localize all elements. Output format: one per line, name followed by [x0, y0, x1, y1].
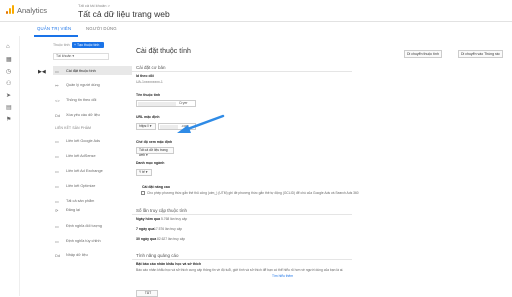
acquisition-icon[interactable]: ➤ [6, 92, 11, 99]
tracking-id-label: Id theo dõi [136, 74, 154, 78]
visits-7days-value: 17.576 lần truy cập [154, 227, 183, 231]
all-products-icon: ▭ [55, 199, 59, 204]
data-deletion-icon: Dd [55, 113, 61, 118]
dashboard-icon[interactable]: ▦ [6, 56, 12, 63]
property-settings-panel: Cài đặt thuộc tính Di chuyển thuộc tính … [132, 36, 512, 297]
audience-icon[interactable]: ⚇ [6, 80, 11, 87]
industry-category-select[interactable]: Y tế ▾ [136, 169, 152, 176]
move-property-button[interactable]: Di chuyển thuộc tính [404, 50, 442, 58]
default-view-select[interactable]: Tất cả dữ liệu trang web ▾ [136, 147, 174, 157]
advanced-settings-label[interactable]: Cài đặt nâng cao [142, 185, 170, 189]
optimize-icon: ▭ [55, 184, 59, 189]
nav-property-settings[interactable]: Cài đặt thuộc tính [66, 69, 96, 73]
nav-optimize-linking[interactable]: Liên kết Optimize [66, 184, 95, 188]
visits-7days-label: 7 ngày qua [136, 227, 155, 231]
back-icon[interactable]: ▶◀ [38, 69, 46, 75]
google-ads-icon: ▭ [55, 139, 59, 144]
audience-definitions-icon: ▭ [55, 224, 59, 229]
code-icon: <> [55, 98, 60, 103]
chevron-down-icon[interactable]: ▾ [142, 11, 145, 17]
move-to-trash-button[interactable]: Di chuyển vào Thùng rác [458, 50, 503, 58]
account-breadcrumb[interactable]: Tất cả tài khoản > [78, 3, 110, 8]
nav-custom-definitions[interactable]: Định nghĩa tùy chỉnh [66, 239, 101, 243]
default-url-label: URL mặc định [136, 115, 160, 119]
divider [132, 71, 352, 72]
default-view-label: Chế độ xem mặc định [136, 140, 173, 144]
divider [132, 259, 352, 260]
ad-exchange-icon: ▭ [55, 169, 59, 174]
page-title: Cài đặt thuộc tính [136, 48, 191, 55]
home-icon[interactable]: ⌂ [6, 44, 10, 50]
nav-user-management[interactable]: Quản lý người dùng [66, 83, 100, 87]
divider [132, 214, 352, 215]
adsense-icon: ▭ [55, 154, 59, 159]
nav-tracking-info[interactable]: Thông tin theo dõi [66, 98, 96, 102]
create-property-button[interactable]: + Tạo thuộc tính [72, 42, 104, 48]
active-tab-indicator [34, 35, 78, 37]
remarketing-icon: ⟳ [55, 208, 59, 213]
nav-ad-exchange-linking[interactable]: Liên kết Ad Exchange [66, 169, 103, 173]
basic-settings-heading: Cài đặt cơ bản [136, 65, 166, 70]
data-import-icon: Dd [55, 253, 61, 258]
nav-remarketing[interactable]: Đăng lại [66, 208, 80, 212]
annotation-arrow-icon [177, 114, 225, 133]
nav-google-ads-linking[interactable]: Liên kết Google Ads [66, 139, 100, 143]
top-bar: Analytics Tất cả tài khoản > Tất cả dữ l… [0, 0, 512, 22]
visits-30days-label: 30 ngày qua [136, 237, 157, 241]
manual-tagging-checkbox[interactable] [141, 191, 145, 195]
property-heading: Thuộc tính [53, 43, 70, 47]
behavior-icon[interactable]: ▤ [6, 104, 12, 111]
tab-admin[interactable]: QUẢN TRỊ VIÊN [37, 26, 71, 31]
nav-data-deletion[interactable]: Xóa yêu cầu dữ liệu [66, 113, 100, 117]
property-name-label: Tên thuộc tính [136, 93, 161, 97]
property-name-value: Cryer [179, 101, 188, 105]
redacted-text [138, 102, 176, 106]
property-select[interactable]: Tài khoản ▾ [53, 53, 109, 60]
nav-adsense-linking[interactable]: Liên kết AdSense [66, 154, 96, 158]
left-rail: ⌂ ▦ ◷ ⚇ ➤ ▤ ⚑ [0, 36, 20, 296]
account-selector[interactable]: Tất cả dữ liệu trang web [78, 9, 170, 19]
nav-audience-definitions[interactable]: Định nghĩa đối tượng [66, 224, 102, 228]
flag-icon[interactable]: ⚑ [6, 116, 11, 123]
industry-category-label: Danh mục ngành [136, 161, 165, 165]
learn-more-link[interactable]: Tìm hiểu thêm [272, 274, 293, 278]
tracking-id-value: UA-1xxxxxxxxx-1 [136, 80, 163, 84]
custom-definitions-icon: ▭ [55, 239, 59, 244]
analytics-logo [6, 5, 14, 14]
tab-bar: QUẢN TRỊ VIÊN NGƯỜI DÙNG [0, 22, 512, 37]
property-visits-heading: Số lần truy cập thuộc tính [136, 208, 188, 213]
product-linking-heading: LIÊN KẾT SẢN PHẨM [55, 126, 92, 130]
visits-yesterday-value: 5.768 lần truy cập [161, 217, 188, 221]
users-icon: ⚯ [55, 83, 59, 88]
visits-30days-value: 82.627 lần truy cập [157, 237, 186, 241]
app-title: Analytics [17, 6, 48, 15]
demographics-description: Báo cáo nhân khẩu học và sở thích cung c… [136, 268, 344, 272]
demographics-label: Bật báo cáo nhân khẩu học và sở thích [136, 262, 202, 266]
advertising-features-heading: Tính năng quảng cáo [136, 253, 179, 258]
visits-yesterday-label: Ngày hôm qua [136, 217, 161, 221]
nav-data-import[interactable]: Nhập dữ liệu [66, 253, 88, 257]
nav-all-products[interactable]: Tất cả sản phẩm [66, 199, 94, 203]
clock-icon[interactable]: ◷ [6, 68, 11, 75]
manual-tagging-text: Cho phép phương thức gắn thẻ thủ công (u… [147, 191, 359, 195]
tab-users[interactable]: NGƯỜI DÙNG [86, 26, 117, 31]
property-name-input[interactable]: Cryer [136, 100, 196, 107]
property-settings-icon: ▭ [55, 69, 59, 74]
url-protocol-select[interactable]: https:// ▾ [136, 123, 156, 130]
